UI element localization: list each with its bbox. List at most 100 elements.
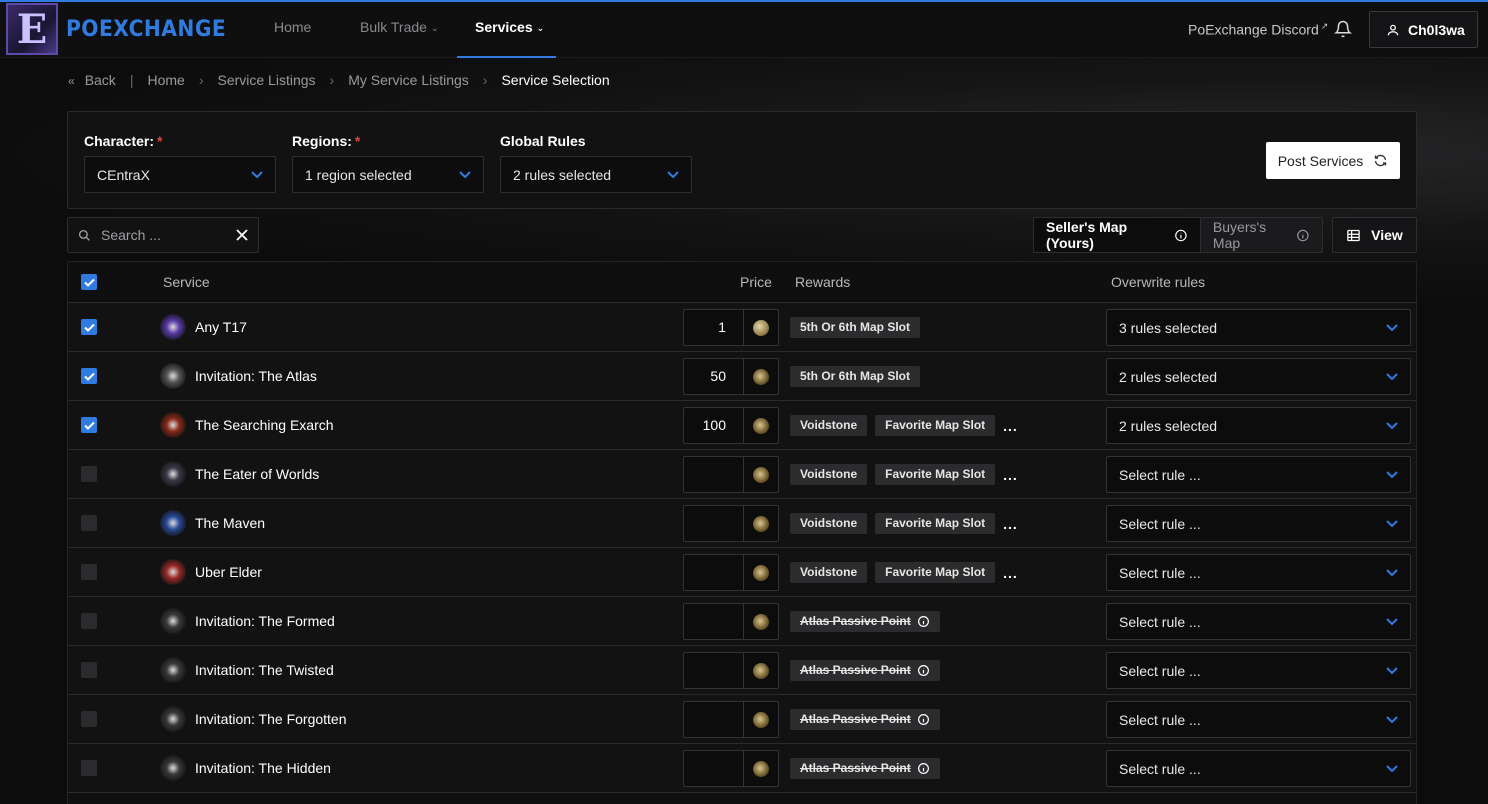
breadcrumb-divider: | <box>129 72 134 88</box>
user-menu-button[interactable]: Ch0l3wa <box>1369 11 1478 48</box>
chaos-orb-icon <box>753 711 769 728</box>
brand-name[interactable]: POEXCHANGE <box>66 17 226 42</box>
price-input[interactable] <box>684 653 744 688</box>
nav-home[interactable]: Home <box>274 19 311 35</box>
logo[interactable]: E <box>6 3 58 55</box>
currency-selector[interactable] <box>744 408 778 443</box>
service-name: Invitation: The Forgotten <box>195 711 347 727</box>
currency-selector[interactable] <box>744 359 778 394</box>
info-icon[interactable] <box>917 762 930 775</box>
currency-selector[interactable] <box>744 604 778 639</box>
character-label: Character: * <box>84 133 162 149</box>
service-icon <box>160 363 186 389</box>
chevron-down-icon <box>1386 519 1398 527</box>
nav-services[interactable]: Services ⌄ <box>475 19 544 35</box>
price-input[interactable]: 100 <box>684 408 744 443</box>
info-icon[interactable] <box>917 664 930 677</box>
overwrite-rules-select[interactable]: Select rule ... <box>1106 603 1411 640</box>
chevron-down-icon <box>1386 666 1398 674</box>
rewards-list: Voidstone Favorite Map Slot... <box>790 464 1018 485</box>
service-icon <box>160 412 186 438</box>
reward-tag: Atlas Passive Point <box>790 611 940 632</box>
row-checkbox[interactable] <box>81 662 97 678</box>
overwrite-rules-select[interactable]: Select rule ... <box>1106 701 1411 738</box>
row-checkbox[interactable] <box>81 466 97 482</box>
buyer-map-tab[interactable]: Buyers's Map <box>1201 218 1322 252</box>
overwrite-rules-select[interactable]: Select rule ... <box>1106 652 1411 689</box>
chevron-down-icon: ⌄ <box>536 22 545 33</box>
post-services-button[interactable]: Post Services <box>1266 142 1400 179</box>
breadcrumb-home[interactable]: Home <box>147 72 184 88</box>
overwrite-rules-select[interactable]: 2 rules selected <box>1106 358 1411 395</box>
breadcrumb-separator: › <box>482 72 488 88</box>
checkmark-icon <box>83 372 95 381</box>
view-label: View <box>1371 227 1403 243</box>
currency-selector[interactable] <box>744 702 778 737</box>
currency-selector[interactable] <box>744 653 778 688</box>
discord-link[interactable]: PoExchange Discord ↗ <box>1188 21 1328 38</box>
overwrite-rules-value: Select rule ... <box>1119 564 1201 581</box>
info-icon[interactable] <box>917 615 930 628</box>
checkmark-icon <box>83 421 95 430</box>
chevron-down-icon <box>1386 421 1398 429</box>
rewards-list: Voidstone Favorite Map Slot... <box>790 513 1018 534</box>
service-icon <box>160 755 186 781</box>
breadcrumb-service-listings[interactable]: Service Listings <box>217 72 315 88</box>
bell-icon[interactable] <box>1334 20 1352 38</box>
currency-selector[interactable] <box>744 751 778 786</box>
price-input[interactable] <box>684 555 744 590</box>
info-icon[interactable] <box>917 713 930 726</box>
back-link[interactable]: « Back <box>68 72 116 88</box>
overwrite-rules-select[interactable]: Select rule ... <box>1106 750 1411 787</box>
select-all-checkbox[interactable] <box>81 274 97 290</box>
currency-selector[interactable] <box>744 506 778 541</box>
overwrite-rules-select[interactable]: Select rule ... <box>1106 554 1411 591</box>
nav-bulk-trade[interactable]: Bulk Trade ⌄ <box>360 19 438 35</box>
price-input[interactable] <box>684 457 744 492</box>
more-rewards-button[interactable]: ... <box>1003 565 1018 581</box>
seller-map-tab[interactable]: Seller's Map (Yours) <box>1034 218 1201 252</box>
row-checkbox[interactable] <box>81 368 97 384</box>
global-rules-select[interactable]: 2 rules selected <box>500 156 692 193</box>
row-checkbox[interactable] <box>81 319 97 335</box>
info-icon[interactable] <box>1174 228 1188 243</box>
regions-select[interactable]: 1 region selected <box>292 156 484 193</box>
overwrite-rules-select[interactable]: 2 rules selected <box>1106 407 1411 444</box>
info-icon[interactable] <box>1296 228 1310 243</box>
character-select[interactable]: CEntraX <box>84 156 276 193</box>
row-checkbox[interactable] <box>81 760 97 776</box>
row-checkbox[interactable] <box>81 417 97 433</box>
price-input[interactable] <box>684 604 744 639</box>
global-rules-value: 2 rules selected <box>513 166 612 183</box>
overwrite-rules-value: 3 rules selected <box>1119 319 1218 336</box>
search-icon <box>78 229 90 241</box>
currency-selector[interactable] <box>744 555 778 590</box>
view-button[interactable]: View <box>1332 217 1417 253</box>
price-field <box>683 652 779 689</box>
close-icon[interactable] <box>236 229 248 241</box>
price-input[interactable] <box>684 751 744 786</box>
overwrite-rules-select[interactable]: Select rule ... <box>1106 505 1411 542</box>
row-checkbox[interactable] <box>81 711 97 727</box>
currency-selector[interactable] <box>744 310 778 345</box>
currency-selector[interactable] <box>744 457 778 492</box>
required-mark: * <box>354 133 361 149</box>
overwrite-rules-select[interactable]: Select rule ... <box>1106 456 1411 493</box>
price-input[interactable] <box>684 702 744 737</box>
more-rewards-button[interactable]: ... <box>1003 467 1018 483</box>
more-rewards-button[interactable]: ... <box>1003 418 1018 434</box>
overwrite-rules-select[interactable]: 3 rules selected <box>1106 309 1411 346</box>
more-rewards-button[interactable]: ... <box>1003 516 1018 532</box>
price-input[interactable]: 50 <box>684 359 744 394</box>
row-checkbox[interactable] <box>81 515 97 531</box>
price-input[interactable] <box>684 506 744 541</box>
chevron-down-icon <box>459 170 471 178</box>
rewards-list: Atlas Passive Point <box>790 709 940 730</box>
row-checkbox[interactable] <box>81 613 97 629</box>
search-input[interactable] <box>101 227 221 243</box>
table-row: Invitation: The Hidden Atlas Passive Poin… <box>68 744 1416 793</box>
row-checkbox[interactable] <box>81 564 97 580</box>
overwrite-rules-value: Select rule ... <box>1119 711 1201 728</box>
price-input[interactable]: 1 <box>684 310 744 345</box>
breadcrumb-my-service-listings[interactable]: My Service Listings <box>348 72 469 88</box>
